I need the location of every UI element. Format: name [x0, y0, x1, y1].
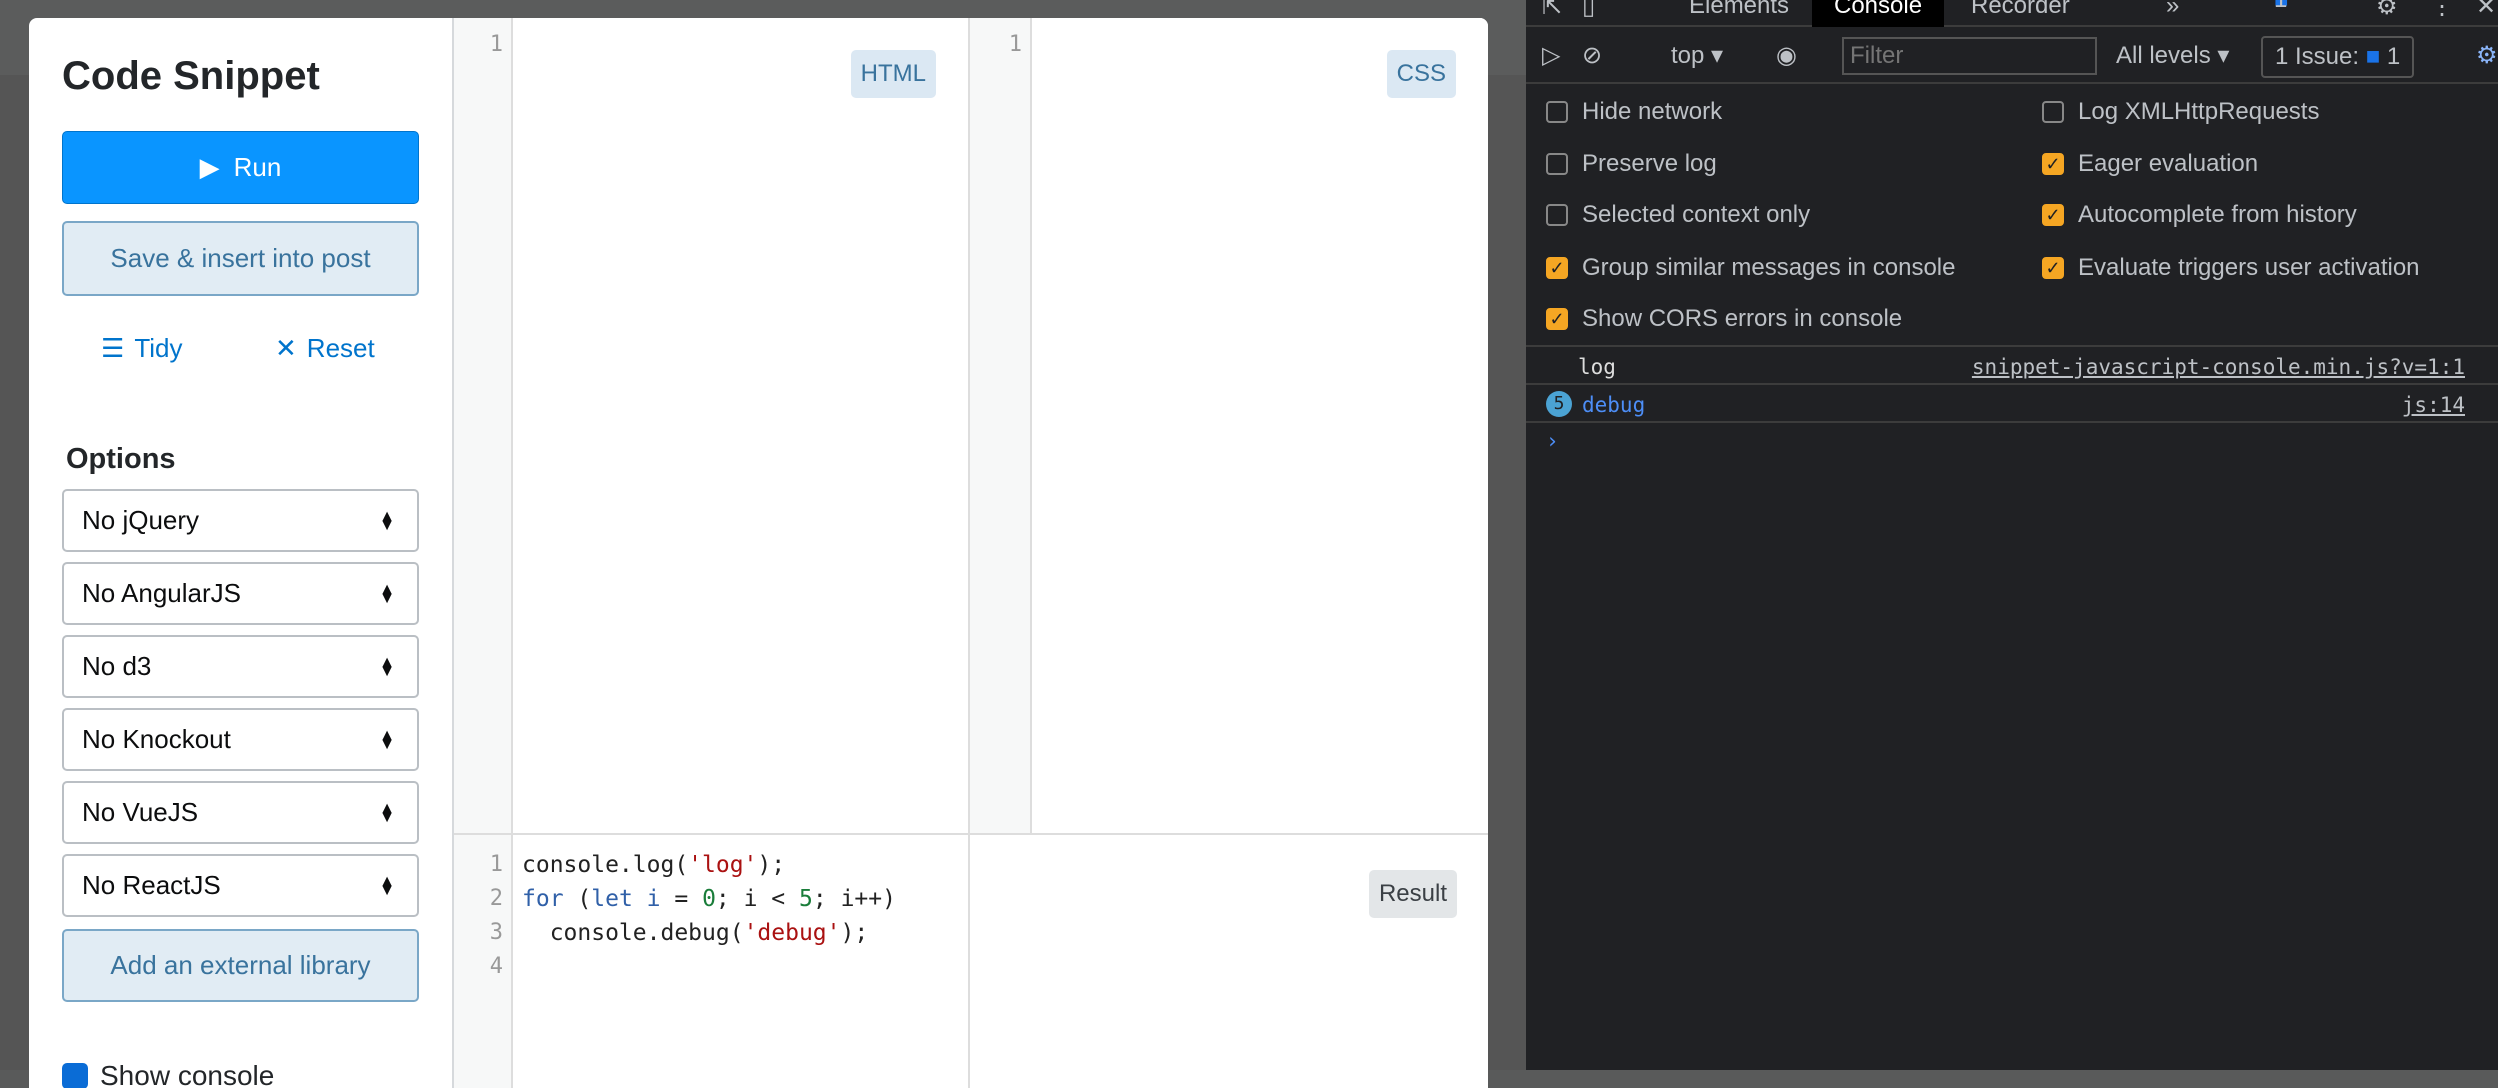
setting-label: Group similar messages in console [1582, 254, 1956, 281]
options-heading: Options [66, 443, 176, 475]
checkbox-icon [62, 1063, 88, 1088]
js-code[interactable]: console.log('log'); for (let i = 0; i < … [522, 848, 896, 950]
checkbox-icon: ✓ [2042, 204, 2064, 226]
add-external-library-button[interactable]: Add an external library [62, 929, 419, 1002]
context-select[interactable]: top ▾ [1671, 41, 1723, 70]
angularjs-select[interactable]: No AngularJS ▲ ▼ [62, 562, 419, 625]
close-icon: ✕ [275, 333, 297, 363]
setting-checkbox[interactable]: ✓ Autocomplete from history [2042, 201, 2357, 229]
setting-checkbox[interactable]: ✓ Group similar messages in console [1546, 254, 1956, 282]
select-arrows-icon: ▲ ▼ [379, 580, 395, 607]
repeat-count-badge: 5 [1546, 391, 1572, 417]
html-gutter: 1 [454, 18, 513, 833]
sidebar-toggle-icon[interactable]: ▷ [1542, 41, 1560, 70]
css-gutter: 1 [970, 18, 1032, 833]
message-icon: ■ [2365, 43, 2381, 70]
setting-label: Log XMLHttpRequests [2078, 98, 2320, 125]
close-devtools-icon[interactable]: ✕ [2476, 0, 2496, 21]
setting-label: Show CORS errors in console [1582, 305, 1903, 332]
checkbox-icon: ✓ [1546, 308, 1568, 330]
snippet-sidebar: Code Snippet ▶ Run Save & insert into pos… [29, 18, 454, 1088]
checkbox-icon [1546, 153, 1568, 175]
select-arrows-icon: ▲ ▼ [379, 799, 395, 826]
d3-select[interactable]: No d3 ▲ ▼ [62, 635, 419, 698]
message-text: log [1578, 355, 1616, 379]
checkbox-icon [1546, 204, 1568, 226]
tab-recorder[interactable]: Recorder [1971, 0, 2070, 20]
eye-icon[interactable]: ◉ [1776, 41, 1797, 70]
setting-checkbox[interactable]: ✓ Show CORS errors in console [1546, 305, 1902, 333]
css-editor[interactable]: 1 CSS [970, 18, 1488, 835]
save-insert-button[interactable]: Save & insert into post [62, 221, 419, 296]
result-pane: Result [970, 835, 1488, 1088]
settings-icon[interactable]: ⚙ [2376, 0, 2398, 21]
console-message-debug: 5 debug js:14 [1526, 383, 2498, 421]
tidy-button[interactable]: ☰ Tidy [101, 333, 182, 364]
select-arrows-icon: ▲ ▼ [379, 653, 395, 680]
select-arrows-icon: ▲ ▼ [379, 726, 395, 753]
tab-console[interactable]: Console [1812, 0, 1945, 27]
setting-checkbox[interactable]: Preserve log [1546, 150, 1717, 178]
setting-checkbox[interactable]: Selected context only [1546, 201, 1810, 229]
setting-label: Autocomplete from history [2078, 201, 2357, 228]
inspect-icon[interactable]: ⇱ [1542, 0, 1562, 21]
select-arrows-icon: ▲ ▼ [379, 507, 395, 534]
source-link[interactable]: js:14 [2402, 393, 2465, 417]
html-label: HTML [850, 50, 936, 98]
setting-label: Evaluate triggers user activation [2078, 254, 2420, 281]
setting-checkbox[interactable]: ✓ Eager evaluation [2042, 150, 2258, 178]
js-gutter: 1234 [454, 835, 513, 1088]
more-options-icon[interactable]: ⋮ [2430, 0, 2454, 21]
tidy-label: Tidy [134, 333, 183, 363]
show-console-checkbox[interactable]: Show console [62, 1060, 274, 1088]
reactjs-select[interactable]: No ReactJS ▲ ▼ [62, 854, 419, 917]
console-settings-icon[interactable]: ⚙ [2476, 41, 2498, 70]
checkbox-icon [2042, 101, 2064, 123]
filter-input[interactable] [1842, 37, 2097, 75]
setting-label: Preserve log [1582, 150, 1717, 177]
select-arrows-icon: ▲ ▼ [379, 872, 395, 899]
devtools-panel: ⇱ ▯ Elements Console Recorder » ■ 1 ⚙ ⋮ … [1526, 0, 2498, 1070]
device-toolbar-icon[interactable]: ▯ [1582, 0, 1595, 21]
vuejs-select[interactable]: No VueJS ▲ ▼ [62, 781, 419, 844]
devtools-tabs: ⇱ ▯ Elements Console Recorder » ■ 1 ⚙ ⋮ … [1526, 0, 2498, 27]
reset-label: Reset [306, 333, 375, 363]
issues-button[interactable]: 1 Issue: ■ 1 [2261, 36, 2415, 78]
jquery-select[interactable]: No jQuery ▲ ▼ [62, 489, 419, 552]
show-console-label: Show console [100, 1060, 275, 1088]
tab-elements[interactable]: Elements [1689, 0, 1789, 20]
console-toolbar: ▷ ⊘ top ▾ ◉ All levels ▾ 1 Issue: ■ 1 ⚙ [1526, 27, 2498, 84]
reset-button[interactable]: ✕ Reset [275, 333, 375, 364]
prompt-chevron-icon: › [1546, 429, 1559, 453]
modal-title: Code Snippet [62, 54, 320, 98]
source-link[interactable]: snippet-javascript-console.min.js?v=1:1 [1972, 355, 2465, 379]
setting-checkbox[interactable]: Hide network [1546, 98, 1722, 126]
setting-label: Hide network [1582, 98, 1723, 125]
html-editor[interactable]: 1 HTML [454, 18, 970, 835]
knockout-select[interactable]: No Knockout ▲ ▼ [62, 708, 419, 771]
indent-icon: ☰ [101, 333, 125, 363]
levels-select[interactable]: All levels ▾ [2116, 41, 2229, 70]
checkbox-icon: ✓ [2042, 257, 2064, 279]
clear-console-icon[interactable]: ⊘ [1582, 41, 1602, 70]
play-icon: ▶ [199, 152, 220, 182]
run-label: Run [233, 152, 282, 182]
checkbox-icon [1546, 101, 1568, 123]
checkbox-icon: ✓ [1546, 257, 1568, 279]
run-button[interactable]: ▶ Run [62, 131, 419, 204]
console-prompt[interactable]: › [1526, 421, 2498, 461]
code-snippet-modal: Code Snippet ▶ Run Save & insert into pos… [29, 18, 1488, 1088]
css-label: CSS [1386, 50, 1456, 98]
setting-label: Eager evaluation [2078, 150, 2259, 177]
message-text: debug [1582, 393, 1646, 417]
result-label: Result [1368, 870, 1457, 918]
setting-checkbox[interactable]: ✓ Evaluate triggers user activation [2042, 254, 2420, 282]
setting-label: Selected context only [1582, 201, 1811, 228]
more-tabs-icon[interactable]: » [2166, 0, 2179, 20]
setting-checkbox[interactable]: Log XMLHttpRequests [2042, 98, 2319, 126]
checkbox-icon: ✓ [2042, 153, 2064, 175]
console-message-log: log snippet-javascript-console.min.js?v=… [1526, 345, 2498, 383]
